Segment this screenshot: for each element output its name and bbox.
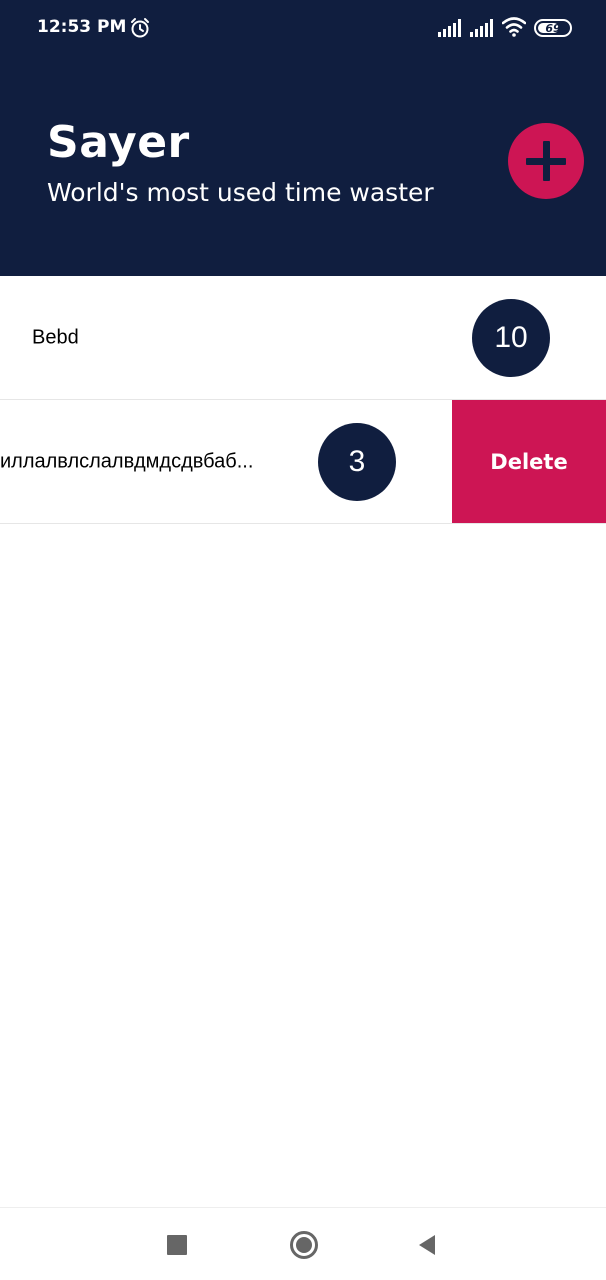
alarm-icon	[131, 18, 149, 38]
back-icon[interactable]	[417, 1234, 437, 1256]
item-label: Bebd	[32, 326, 79, 348]
list-item[interactable]: иллалвлслалвдмдсдвбаб... 3 Delete	[0, 400, 606, 524]
app-subtitle: World's most used time waster	[47, 178, 434, 207]
navigation-bar	[0, 1207, 606, 1280]
add-button[interactable]	[508, 123, 584, 199]
signal-icon	[438, 19, 461, 37]
home-icon[interactable]	[290, 1231, 318, 1259]
app-header: 12:53 PM 69 Sayer World's most used time…	[0, 0, 606, 276]
app-title: Sayer	[47, 117, 190, 168]
battery-level: 69	[545, 21, 561, 35]
item-label: иллалвлслалвдмдсдвбаб...	[0, 450, 254, 472]
list-item[interactable]: Bebd 10	[0, 276, 606, 400]
count-badge: 3	[318, 423, 396, 501]
delete-button[interactable]: Delete	[452, 400, 606, 523]
signal-icon	[470, 19, 493, 37]
wifi-icon	[502, 17, 526, 37]
count-badge: 10	[472, 299, 550, 377]
status-bar: 12:53 PM 69	[0, 0, 606, 58]
battery-icon: 69	[534, 19, 572, 37]
status-time: 12:53 PM	[37, 17, 127, 37]
recents-icon[interactable]	[167, 1235, 187, 1255]
